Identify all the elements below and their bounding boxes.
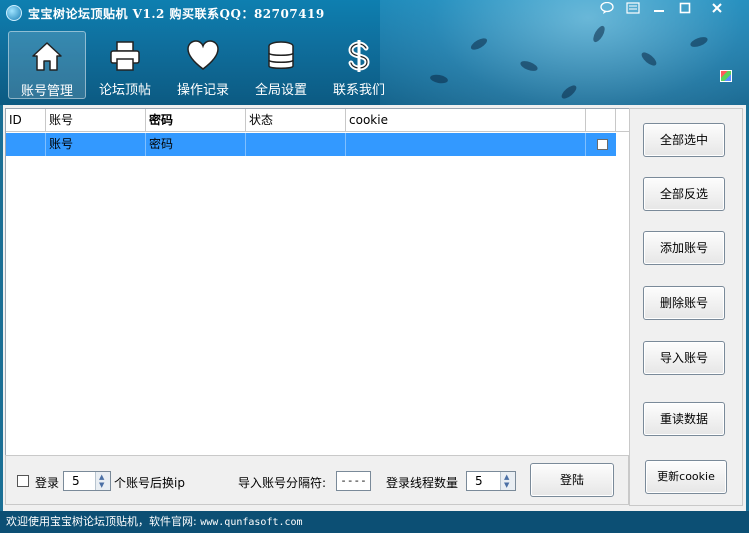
title-bar-header: 宝宝树论坛顶贴机 V1.2 购买联系QQ：82707419 账号管理 论坛顶帖 xyxy=(0,0,749,105)
status-text: 欢迎使用宝宝树论坛顶贴机，软件官网: xyxy=(6,515,197,528)
ip-count-stepper[interactable]: 5 ▲ ▼ xyxy=(63,471,111,491)
main-nav: 账号管理 论坛顶帖 操作记录 全局设置 联系我们 xyxy=(8,31,398,99)
nav-label: 全局设置 xyxy=(254,83,307,98)
dollar-icon xyxy=(348,40,370,72)
fish-decoration xyxy=(469,36,489,52)
heart-icon xyxy=(187,40,219,70)
options-bar: 登录 5 ▲ ▼ 个账号后换ip 导入账号分隔符: ---- 登录线程数量 5 ▲… xyxy=(5,455,629,505)
home-icon xyxy=(32,42,62,71)
column-header-select[interactable] xyxy=(586,109,616,132)
login-label: 登录 xyxy=(35,476,60,490)
cell-id xyxy=(6,133,46,156)
nav-label: 论坛顶帖 xyxy=(98,83,151,98)
account-table[interactable]: ID 账号 密码 状态 cookie 账号 密码 xyxy=(5,108,635,456)
ip-count-value: 5 xyxy=(72,474,80,488)
fish-decoration xyxy=(429,73,449,85)
close-icon[interactable] xyxy=(706,2,728,18)
login-button[interactable]: 登陆 xyxy=(530,463,614,497)
nav-global-settings[interactable]: 全局设置 xyxy=(242,31,320,99)
skin-icon[interactable] xyxy=(720,70,732,82)
nav-label: 操作记录 xyxy=(176,83,229,98)
column-header-status[interactable]: 状态 xyxy=(246,109,346,132)
thread-count-label: 登录线程数量 xyxy=(386,476,459,490)
login-checkbox[interactable] xyxy=(17,475,29,487)
website-link[interactable]: www.qunfasoft.com xyxy=(200,517,302,528)
nav-label: 联系我们 xyxy=(332,83,385,98)
column-header-id[interactable]: ID xyxy=(6,109,46,132)
column-header-cookie[interactable]: cookie xyxy=(346,109,586,132)
printer-icon xyxy=(110,41,140,71)
fish-decoration xyxy=(591,24,607,44)
app-logo-icon xyxy=(6,5,22,21)
invert-select-button[interactable]: 全部反选 xyxy=(643,177,725,211)
column-header-account[interactable]: 账号 xyxy=(46,109,146,132)
cell-status xyxy=(246,133,346,156)
cell-password: 密码 xyxy=(146,133,246,156)
table-row[interactable]: 账号 密码 xyxy=(6,133,616,156)
add-account-button[interactable]: 添加账号 xyxy=(643,231,725,265)
thread-count-value: 5 xyxy=(475,474,483,488)
nav-account-manage[interactable]: 账号管理 xyxy=(8,31,86,99)
chat-icon[interactable] xyxy=(596,1,618,18)
fish-decoration xyxy=(559,83,579,101)
nav-contact-us[interactable]: 联系我们 xyxy=(320,31,398,99)
table-header: ID 账号 密码 状态 cookie xyxy=(6,109,634,132)
menu-icon[interactable] xyxy=(622,2,644,18)
window-title: 宝宝树论坛顶贴机 V1.2 购买联系QQ：82707419 xyxy=(28,7,325,21)
column-header-password[interactable]: 密码 xyxy=(146,109,246,132)
ip-suffix-label: 个账号后换ip xyxy=(114,476,185,490)
separator-input[interactable]: ---- xyxy=(336,471,371,491)
reload-data-button[interactable]: 重读数据 xyxy=(643,402,725,436)
status-bar: 欢迎使用宝宝树论坛顶贴机，软件官网: www.qunfasoft.com xyxy=(0,511,749,533)
minimize-icon[interactable] xyxy=(648,2,670,18)
delete-account-button[interactable]: 删除账号 xyxy=(643,286,725,320)
import-account-button[interactable]: 导入账号 xyxy=(643,341,725,375)
row-checkbox[interactable] xyxy=(597,139,608,150)
cell-cookie xyxy=(346,133,586,156)
update-cookie-button[interactable]: 更新cookie xyxy=(645,460,727,494)
thread-count-stepper[interactable]: 5 ▲ ▼ xyxy=(466,471,516,491)
separator-label: 导入账号分隔符: xyxy=(238,476,327,490)
select-all-button[interactable]: 全部选中 xyxy=(643,123,725,157)
action-sidebar: 全部选中 全部反选 添加账号 删除账号 导入账号 重读数据 更新cookie xyxy=(629,108,743,506)
nav-forum-bump[interactable]: 论坛顶帖 xyxy=(86,31,164,99)
nav-label: 账号管理 xyxy=(20,84,73,99)
database-icon xyxy=(268,41,294,69)
fish-decoration xyxy=(639,50,659,68)
maximize-icon[interactable] xyxy=(674,2,696,18)
fish-decoration xyxy=(519,59,539,73)
cell-account: 账号 xyxy=(46,133,146,156)
main-panel: ID 账号 密码 状态 cookie 账号 密码 全部选中 全部反选 添加账号 … xyxy=(3,105,746,511)
stepper-arrows[interactable]: ▲ ▼ xyxy=(95,472,110,490)
fish-decoration xyxy=(689,35,709,49)
stepper-arrows[interactable]: ▲ ▼ xyxy=(500,472,515,490)
nav-operation-log[interactable]: 操作记录 xyxy=(164,31,242,99)
